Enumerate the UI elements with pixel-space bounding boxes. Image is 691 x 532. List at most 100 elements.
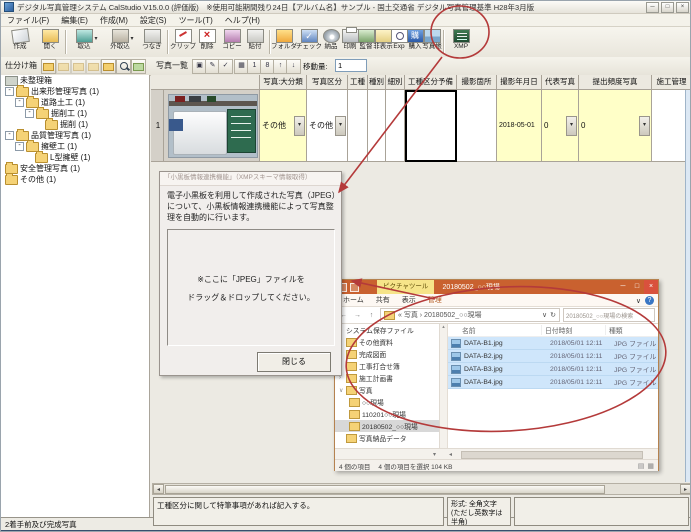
header-hindo[interactable]: 提出頻度写真 — [579, 75, 652, 90]
header-date[interactable]: 撮影年月日 — [497, 75, 542, 90]
tab-home[interactable]: ホーム — [343, 295, 364, 305]
folder-up-button[interactable] — [41, 59, 56, 74]
header-saibetsu[interactable]: 細別 — [386, 75, 405, 90]
minimize-button[interactable]: ─ — [646, 2, 659, 13]
xmp-button[interactable]: XMP — [448, 28, 474, 56]
picture-tools-tab[interactable]: ピクチャツール — [377, 280, 434, 294]
search-box[interactable]: 20180502_○○現場の検索 — [563, 308, 655, 322]
collapse-icon[interactable]: - — [15, 98, 24, 107]
cell-kasho[interactable] — [457, 90, 497, 162]
connect-button[interactable]: つなぎ — [139, 28, 165, 56]
menu-tools[interactable]: ツール(T) — [179, 15, 213, 26]
explorer-tree-item[interactable]: 完成図面 — [335, 348, 447, 360]
close-button[interactable]: × — [676, 2, 689, 13]
tab-view[interactable]: 表示 — [402, 295, 416, 305]
tree-item-dekigata[interactable]: -出来形管理写真 (1) — [1, 86, 149, 97]
dropdown-button[interactable]: ▾ — [294, 116, 305, 136]
explorer-tree-item[interactable]: ›施工計画書 — [335, 372, 447, 384]
folder-tool-button[interactable] — [71, 59, 86, 74]
tree-item-lgata[interactable]: L型擁壁 (1) — [1, 152, 149, 163]
forward-icon[interactable]: → — [352, 310, 363, 321]
collapse-icon[interactable]: - — [15, 142, 24, 151]
explorer-tree-item[interactable]: 写真納品データ — [335, 432, 447, 444]
ribbon-expand-icon[interactable]: ∨ — [636, 297, 641, 305]
explorer-close-button[interactable]: × — [644, 280, 658, 294]
cell-hindo[interactable]: 0 ▾ — [579, 90, 652, 162]
tab-share[interactable]: 共有 — [376, 295, 390, 305]
up-icon[interactable]: ↑ — [366, 310, 377, 321]
menu-create[interactable]: 作成(M) — [100, 15, 128, 26]
clip-button[interactable]: クリップ — [170, 28, 196, 56]
cell-kubun[interactable]: その他 ▾ — [307, 90, 348, 162]
tree-item-sonota[interactable]: その他 (1) — [1, 174, 149, 185]
file-row[interactable]: DATA-B3.jpg 2018/05/01 12:11 JPG ファイル — [448, 363, 658, 376]
address-box[interactable]: « 写真 › 20180502_○○現場 ∨ ↻ — [380, 308, 560, 322]
refresh-icon[interactable]: ↻ — [550, 311, 556, 319]
dropdown-button[interactable]: ▾ — [335, 116, 346, 136]
column-name[interactable]: 名前 — [448, 325, 542, 335]
cell-shubetsu[interactable] — [368, 90, 386, 162]
row-number[interactable]: 1 — [151, 90, 164, 162]
header-daibunrui[interactable]: 写真:大分類 — [260, 75, 307, 90]
explorer-tree-item[interactable]: 110201○○現場 — [335, 408, 447, 420]
quick-access-icon[interactable] — [350, 283, 359, 292]
explorer-tree-item[interactable]: ›工事打合せ簿 — [335, 360, 447, 372]
explorer-tree-item[interactable]: ∨写真 — [335, 384, 447, 396]
move-amount-input[interactable] — [335, 59, 367, 72]
cell-daibunrui[interactable]: その他 ▾ — [260, 90, 307, 162]
move-down-button[interactable]: ↓ — [286, 59, 301, 74]
external-import-button[interactable]: ▾外取込 — [107, 28, 133, 56]
cell-date[interactable]: 2018-05-01 — [497, 90, 542, 162]
view-button-3[interactable]: ✓ — [218, 59, 233, 74]
explorer-minimize-button[interactable]: ─ — [616, 280, 630, 294]
cell-koshu[interactable] — [348, 90, 368, 162]
leaf-button[interactable] — [131, 59, 146, 74]
tree-item-kussakuko[interactable]: -掘削工 (1) — [1, 108, 149, 119]
chevron-down-icon[interactable]: ∨ — [339, 387, 346, 394]
import-button[interactable]: ▾取込 — [71, 28, 97, 56]
file-row[interactable]: DATA-B4.jpg 2018/05/01 12:11 JPG ファイル — [448, 376, 658, 389]
header-koshu[interactable]: 工種 — [348, 75, 368, 90]
menu-edit[interactable]: 編集(E) — [61, 15, 88, 26]
list-view-icon[interactable]: ▤ — [638, 462, 645, 470]
explorer-tree-item[interactable]: その他資料 — [335, 336, 447, 348]
file-row[interactable]: DATA-B2.jpg 2018/05/01 12:11 JPG ファイル — [448, 350, 658, 363]
search-button[interactable] — [116, 59, 131, 74]
scroll-right-arrow[interactable]: ▸ — [680, 484, 691, 494]
address-dropdown-icon[interactable]: ∨ — [542, 311, 547, 319]
tree-item-hinshitsu[interactable]: -品質管理写真 (1) — [1, 130, 149, 141]
file-row[interactable]: DATA-B1.jpg 2018/05/01 12:11 JPG ファイル — [448, 337, 658, 350]
collapse-icon[interactable]: - — [25, 109, 34, 118]
folder-button[interactable]: フォルダ — [271, 28, 297, 56]
tree-item-anzen[interactable]: 安全管理写真 (1) — [1, 163, 149, 174]
cell-daihyo[interactable]: 0 ▾ — [542, 90, 579, 162]
column-type[interactable]: 種類 — [606, 325, 623, 335]
header-daihyo[interactable]: 代表写真 — [542, 75, 579, 90]
cell-saibetsu[interactable] — [386, 90, 405, 162]
hscroll-left-icon[interactable]: ◂ — [449, 451, 452, 458]
explorer-tree-item[interactable]: ○○現場 — [335, 396, 447, 408]
folder-tool-button[interactable] — [86, 59, 101, 74]
explorer-scroll-row[interactable]: ▾ ◂ — [335, 448, 658, 459]
open-button[interactable]: 開く — [37, 28, 63, 56]
dropdown-button[interactable]: ▾ — [639, 116, 650, 136]
cell-yobi-selected[interactable] — [405, 90, 457, 162]
photo-thumbnail[interactable] — [164, 90, 260, 162]
table-vertical-scrollbar[interactable] — [685, 90, 691, 482]
tab-manage[interactable]: 管理 — [428, 295, 442, 305]
header-shubetsu[interactable]: 種別 — [368, 75, 386, 90]
tree-item-doro[interactable]: -道路土工 (1) — [1, 97, 149, 108]
scroll-thumb[interactable] — [165, 485, 605, 494]
folder-tool-button[interactable] — [56, 59, 71, 74]
collapse-icon[interactable]: - — [5, 87, 14, 96]
explorer-tree-item[interactable]: システム保存ファイル — [335, 324, 447, 336]
header-yobi[interactable]: 工種区分予備 — [405, 75, 457, 90]
paste-button[interactable]: 貼付 — [242, 28, 268, 56]
collapse-icon[interactable]: - — [5, 131, 14, 140]
header-kubun[interactable]: 写真区分 — [307, 75, 348, 90]
maximize-button[interactable]: □ — [661, 2, 674, 13]
column-date[interactable]: 日付時刻 — [542, 325, 606, 335]
header-sekou[interactable]: 施工管理 — [652, 75, 691, 90]
dialog-close-button[interactable]: 閉じる — [257, 352, 331, 372]
grid-view-icon[interactable]: ▦ — [647, 462, 654, 470]
